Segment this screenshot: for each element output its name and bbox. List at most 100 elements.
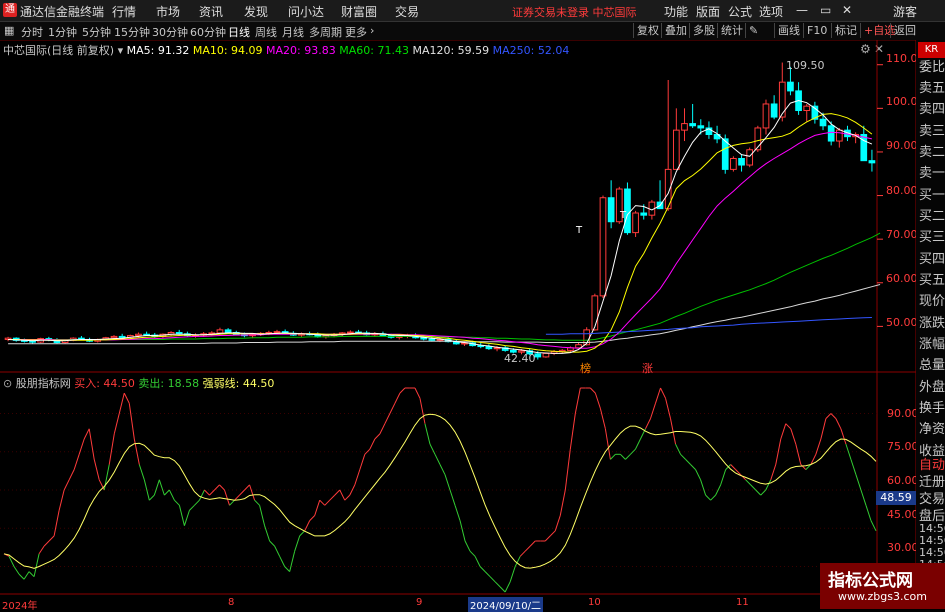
side-panel-row[interactable]: 净资 xyxy=(919,418,945,437)
t-marker: T xyxy=(620,210,627,221)
side-panel-row[interactable]: 现价 xyxy=(919,290,945,309)
indicator-tick: 60.00 xyxy=(887,474,919,487)
candle-body xyxy=(721,138,729,170)
candle-body xyxy=(118,335,126,338)
buy-line-segment xyxy=(93,459,100,480)
side-panel-row[interactable]: 涨幅 xyxy=(919,333,945,352)
rank-marker[interactable]: 榜 xyxy=(580,360,591,376)
crosshair-date-label: 2024/09/10/二 xyxy=(468,597,544,612)
buy-line-segment xyxy=(78,438,85,455)
side-panel-row[interactable]: 卖三 xyxy=(919,120,945,139)
indicator-tick: 45.00 xyxy=(887,508,919,521)
buy-line-segment xyxy=(750,484,757,491)
candle-body xyxy=(29,340,36,343)
buy-line-segment xyxy=(845,443,852,460)
candle-body xyxy=(428,338,436,341)
side-panel-row[interactable]: 买二 xyxy=(919,205,945,224)
side-panel-row[interactable]: 买四 xyxy=(919,248,945,267)
buy-line-segment xyxy=(549,530,556,537)
buy-line-segment xyxy=(334,489,341,496)
buy-line-segment xyxy=(554,515,561,531)
buy-line-segment xyxy=(164,489,170,496)
candle-body xyxy=(770,103,778,118)
buy-line-segment xyxy=(820,418,827,440)
buy-line-segment xyxy=(214,484,220,491)
side-panel-row[interactable]: 换手 xyxy=(919,397,945,416)
buy-line-segment xyxy=(379,423,386,435)
buy-line-segment xyxy=(469,550,476,557)
buy-line-segment xyxy=(38,545,45,555)
limit-up-marker[interactable]: 涨 xyxy=(642,360,653,376)
side-panel-row[interactable]: 卖一 xyxy=(919,162,945,181)
side-panel-row[interactable]: 涨跌 xyxy=(919,312,945,331)
buy-line-segment xyxy=(730,464,737,470)
buy-line-segment xyxy=(219,484,225,491)
buy-line-segment xyxy=(665,398,672,419)
buy-line-segment xyxy=(755,489,762,496)
buy-line-segment xyxy=(289,551,296,572)
buy-line-segment xyxy=(88,428,95,460)
buy-line-segment xyxy=(153,479,160,496)
candle-body xyxy=(575,344,582,349)
price-tick: 60.00 xyxy=(886,272,918,285)
candle-body xyxy=(632,212,639,234)
buy-line-segment xyxy=(138,464,145,480)
buy-line-segment xyxy=(28,571,35,578)
indicator-name: 股朋指标网 xyxy=(15,377,71,390)
buy-line-segment xyxy=(369,438,376,450)
buy-line-segment xyxy=(349,484,356,496)
candle-body xyxy=(762,103,770,129)
buy-line-segment xyxy=(83,428,90,440)
side-panel-row[interactable]: 卖二 xyxy=(919,141,945,160)
buy-line-segment xyxy=(830,413,837,419)
kline-chart[interactable] xyxy=(0,0,945,609)
buy-line-segment xyxy=(209,489,215,496)
buy-line-segment xyxy=(168,489,175,501)
buy-line-segment xyxy=(229,499,235,506)
buy-line-segment xyxy=(424,423,431,445)
buy-line-segment xyxy=(825,413,832,419)
indicator-tick: 75.00 xyxy=(887,440,919,453)
buy-line-segment xyxy=(589,387,596,394)
buy-line-segment xyxy=(690,464,696,470)
side-panel-row[interactable]: 买三 xyxy=(919,226,945,245)
buy-line-segment xyxy=(354,469,361,486)
indicator-toggle-icon[interactable]: ⊙ xyxy=(3,377,12,390)
buy-line-segment xyxy=(655,387,661,404)
price-tick: 70.00 xyxy=(886,228,918,241)
side-panel-row[interactable]: 卖四 xyxy=(919,98,945,117)
buy-line-segment xyxy=(224,489,230,506)
buy-line-segment xyxy=(33,553,40,577)
side-panel-row[interactable]: 总量 xyxy=(919,354,945,373)
buy-line-segment xyxy=(178,505,185,526)
buy-line-segment xyxy=(118,392,125,414)
buy-line-segment xyxy=(765,479,772,491)
buy-line-segment xyxy=(499,586,506,593)
buy-line-segment xyxy=(374,433,381,440)
buy-line-segment xyxy=(449,489,456,506)
buy-line-segment xyxy=(544,535,551,542)
side-panel-row[interactable]: 卖五 xyxy=(919,77,945,96)
buy-line-segment xyxy=(474,556,481,567)
buy-line-segment xyxy=(860,489,867,506)
indicator-current-value: 48.59 xyxy=(876,491,916,505)
buy-line-segment xyxy=(274,545,281,557)
candle-body xyxy=(672,129,680,170)
sell-value: 卖出: 18.58 xyxy=(138,377,200,390)
side-panel-row[interactable]: 买五 xyxy=(919,269,945,288)
buy-line-segment xyxy=(364,448,371,455)
t-marker: T xyxy=(576,225,583,236)
indicator-tick: 90.00 xyxy=(887,407,919,420)
side-panel-row[interactable]: 买一 xyxy=(919,184,945,203)
buy-line-segment xyxy=(158,479,165,496)
buy-line-segment xyxy=(58,489,65,511)
buy-line-segment xyxy=(294,535,301,552)
side-panel-row[interactable]: 委比 xyxy=(919,56,945,75)
buy-line-segment xyxy=(840,428,847,445)
buy-line-segment xyxy=(414,387,421,399)
buy-line-segment xyxy=(835,418,842,430)
candle-body xyxy=(224,329,232,333)
side-panel-row[interactable]: 外盘 xyxy=(919,376,945,395)
buy-line-segment xyxy=(13,566,20,575)
buy-line-segment xyxy=(279,556,286,567)
